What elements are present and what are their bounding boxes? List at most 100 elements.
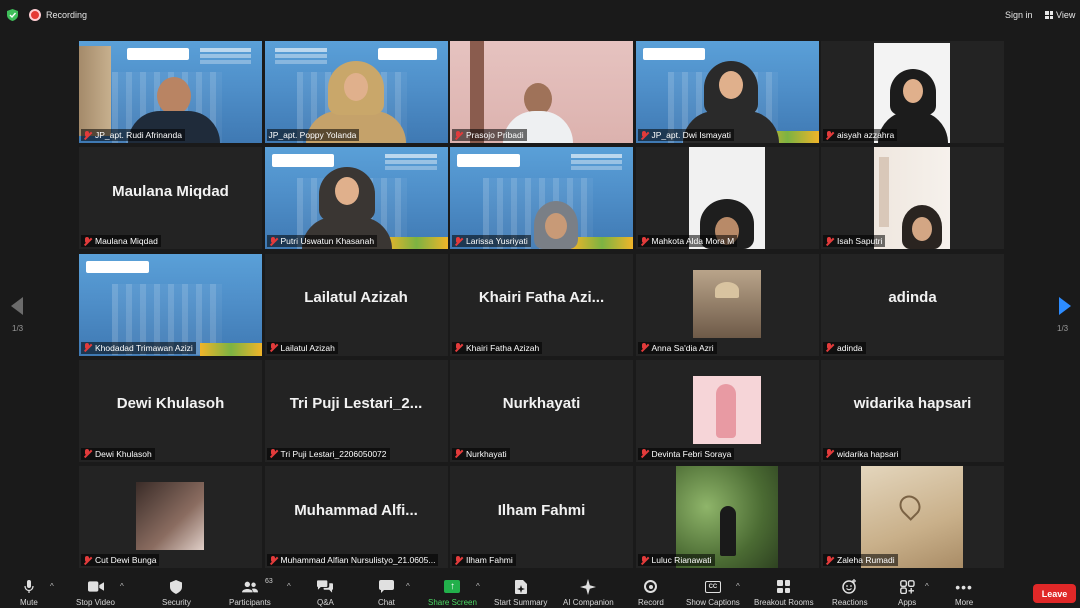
- muted-mic-icon: [83, 449, 91, 458]
- muted-mic-icon: [454, 343, 462, 352]
- participant-tile[interactable]: Putri Uswatun Khasanah: [264, 147, 448, 250]
- participant-name-label: Lailatul Azizah: [266, 341, 338, 354]
- participant-tile[interactable]: Muhammad Alfi... Muhammad Alfian Nursuli…: [264, 466, 448, 568]
- record-button[interactable]: Record: [638, 574, 664, 608]
- mute-button[interactable]: Mute: [20, 574, 38, 608]
- muted-mic-icon: [83, 130, 91, 140]
- muted-mic-icon: [83, 236, 91, 246]
- participant-tile[interactable]: Tri Puji Lestari_2... Tri Puji Lestari_2…: [264, 359, 448, 462]
- view-grid-icon[interactable]: [1045, 11, 1053, 19]
- muted-mic-icon: [454, 236, 462, 246]
- audio-options-chevron-icon[interactable]: ^: [50, 582, 54, 591]
- muted-mic-icon: [269, 449, 277, 458]
- encryption-shield-icon[interactable]: [7, 9, 18, 21]
- leave-button[interactable]: Leave: [1033, 584, 1076, 603]
- previous-page-arrow-icon[interactable]: [11, 297, 23, 315]
- participant-tile[interactable]: Anna Sa'dia Azri: [635, 253, 819, 356]
- closed-captions-icon: CC: [704, 580, 721, 593]
- recording-label[interactable]: Recording: [46, 10, 87, 20]
- participant-tile[interactable]: widarika hapsari widarika hapsari: [821, 359, 1004, 462]
- participant-tile[interactable]: Dewi Khulasoh Dewi Khulasoh: [79, 359, 262, 462]
- participant-tile[interactable]: Maulana Miqdad Maulana Miqdad: [79, 147, 262, 250]
- participant-name-label: Zaleha Rumadi: [823, 554, 898, 566]
- participant-display-name: Lailatul Azizah: [304, 289, 408, 306]
- participant-tile[interactable]: Cut Dewi Bunga: [79, 466, 262, 568]
- participant-display-name: Ilham Fahmi: [497, 501, 586, 519]
- participant-tile[interactable]: Larissa Yusriyati: [450, 147, 633, 250]
- reactions-button[interactable]: Reactions: [832, 574, 868, 608]
- captions-options-chevron-icon[interactable]: ^: [736, 582, 740, 591]
- record-icon: [644, 580, 658, 593]
- participant-tile[interactable]: Devinta Febri Soraya: [635, 359, 819, 462]
- participant-tile[interactable]: Ilham Fahmi Ilham Fahmi: [450, 466, 633, 568]
- participant-tile[interactable]: aisyah azzahra: [821, 41, 1004, 143]
- muted-mic-icon: [640, 130, 648, 140]
- participant-tile[interactable]: Lailatul Azizah Lailatul Azizah: [264, 253, 448, 356]
- participant-tile[interactable]: Nurkhayati Nurkhayati: [450, 359, 633, 462]
- qa-button[interactable]: Q&A: [317, 574, 334, 608]
- stop-video-button[interactable]: Stop Video: [76, 574, 115, 608]
- video-options-chevron-icon[interactable]: ^: [120, 582, 124, 591]
- participant-tile[interactable]: Khairi Fatha Azi... Khairi Fatha Azizah: [450, 253, 633, 356]
- muted-mic-icon: [454, 555, 462, 565]
- participant-display-name: Maulana Miqdad: [112, 182, 229, 200]
- more-button[interactable]: ••• More: [955, 574, 973, 608]
- participant-name-label: Larissa Yusriyati: [452, 235, 531, 248]
- participant-name-label: Nurkhayati: [452, 447, 510, 460]
- chat-button[interactable]: Chat: [378, 574, 395, 608]
- participant-name-label: Mahkota Alda Mora M: [637, 235, 738, 248]
- participant-name-label: Anna Sa'dia Azri: [637, 341, 717, 354]
- apps-options-chevron-icon[interactable]: ^: [925, 582, 929, 591]
- participant-tile[interactable]: Luluc Rianawati: [635, 466, 819, 568]
- participant-display-name: Tri Puji Lestari_2...: [289, 395, 423, 413]
- muted-mic-icon: [825, 343, 833, 352]
- chat-options-chevron-icon[interactable]: ^: [406, 582, 410, 591]
- breakout-rooms-icon: [777, 580, 791, 593]
- participant-name-label: JP_apt. Poppy Yolanda: [266, 129, 360, 141]
- participant-tile[interactable]: JP_apt. Dwi Ismayati: [635, 41, 819, 143]
- participant-tile-active-speaker[interactable]: JP_apt. Poppy Yolanda: [264, 41, 448, 143]
- more-ellipsis-icon: •••: [955, 578, 973, 595]
- participant-tile[interactable]: Isah Saputri: [821, 147, 1004, 250]
- participant-name-label: Khodadad Trimawan Azizi: [81, 341, 196, 354]
- muted-mic-icon: [83, 343, 91, 352]
- muted-mic-icon: [825, 555, 833, 565]
- sign-in-link[interactable]: Sign in: [1005, 10, 1033, 20]
- next-page-arrow-icon[interactable]: [1059, 297, 1071, 315]
- smiley-reaction-icon: [842, 579, 858, 594]
- participant-tile[interactable]: JP_apt. Rudi Afrinanda: [79, 41, 262, 143]
- ai-companion-button[interactable]: AI Companion: [563, 574, 614, 608]
- participant-name-label: JP_apt. Rudi Afrinanda: [81, 129, 185, 141]
- muted-mic-icon: [640, 236, 648, 246]
- muted-mic-icon: [825, 449, 833, 458]
- participant-tile[interactable]: Zaleha Rumadi: [821, 466, 1004, 568]
- view-button[interactable]: View: [1056, 10, 1075, 20]
- participant-display-name: Nurkhayati: [502, 395, 581, 413]
- start-summary-button[interactable]: Start Summary: [494, 574, 547, 608]
- participant-name-label: Muhammad Alfian Nursulistyo_21.0605...: [266, 554, 439, 566]
- security-button[interactable]: Security: [162, 574, 191, 608]
- microphone-icon: [21, 579, 37, 594]
- apps-button[interactable]: Apps: [898, 574, 916, 608]
- participants-options-chevron-icon[interactable]: ^: [287, 582, 291, 591]
- participant-display-name: widarika hapsari: [853, 395, 972, 413]
- share-options-chevron-icon[interactable]: ^: [476, 582, 480, 591]
- participant-name-label: JP_apt. Dwi Ismayati: [637, 129, 734, 141]
- video-feed: [79, 253, 262, 356]
- participant-tile[interactable]: Prasojo Pribadi: [450, 41, 633, 143]
- participant-name-label: Ilham Fahmi: [452, 554, 516, 566]
- breakout-rooms-button[interactable]: Breakout Rooms: [754, 574, 814, 608]
- recording-icon[interactable]: [29, 9, 41, 21]
- muted-mic-icon: [640, 555, 648, 565]
- security-shield-icon: [168, 579, 184, 594]
- participant-name-label: aisyah azzahra: [823, 129, 898, 141]
- summary-document-icon: [513, 579, 529, 594]
- meeting-toolbar: Mute ^ Stop Video ^ Security Participant…: [0, 574, 1080, 608]
- share-screen-button[interactable]: ↑ Share Screen: [428, 574, 477, 608]
- participant-tile[interactable]: Mahkota Alda Mora M: [635, 147, 819, 250]
- participant-tile[interactable]: Khodadad Trimawan Azizi: [79, 253, 262, 356]
- participant-name-label: Cut Dewi Bunga: [81, 554, 160, 566]
- participant-tile[interactable]: adinda adinda: [821, 253, 1004, 356]
- participant-name-label: Luluc Rianawati: [637, 554, 715, 566]
- show-captions-button[interactable]: CC Show Captions: [686, 574, 740, 608]
